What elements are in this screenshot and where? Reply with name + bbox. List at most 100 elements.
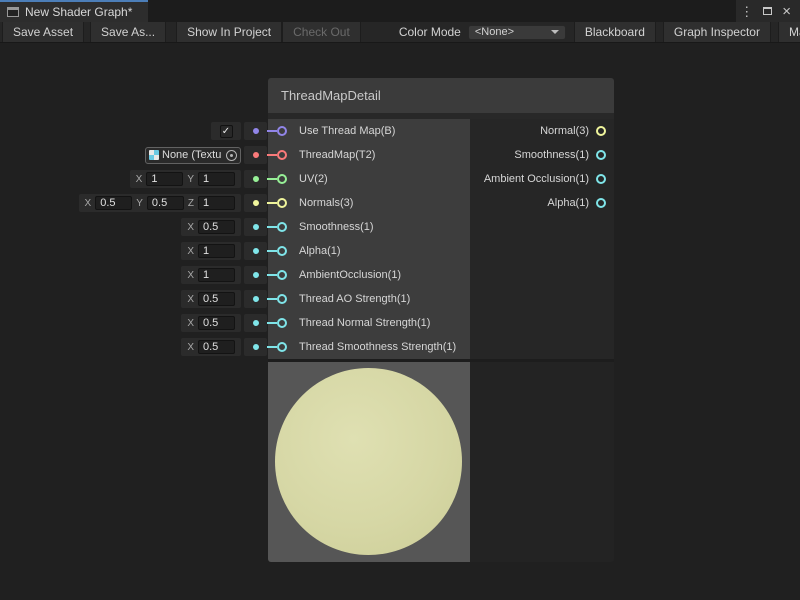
port-dot bbox=[253, 248, 259, 254]
input-label: Alpha(1) bbox=[299, 245, 341, 257]
color-mode-label: Color Mode bbox=[399, 25, 461, 39]
widget-group-alpha: X 1 bbox=[181, 242, 267, 260]
number-field[interactable]: 0.5 bbox=[198, 340, 235, 354]
number-field[interactable]: 0.5 bbox=[198, 292, 235, 306]
number-field[interactable]: 1 bbox=[198, 244, 235, 258]
preview-viewport[interactable] bbox=[268, 362, 470, 562]
tab-new-shader-graph[interactable]: New Shader Graph* bbox=[0, 0, 148, 22]
output-port[interactable] bbox=[596, 198, 606, 208]
node-title[interactable]: ThreadMapDetail bbox=[268, 78, 614, 113]
port-dot-box bbox=[244, 122, 267, 140]
node-preview bbox=[268, 362, 614, 562]
color-mode-dropdown[interactable]: <None> bbox=[468, 25, 566, 40]
widget-group-uv: X 1 Y 1 bbox=[130, 170, 267, 188]
graph-inspector-button[interactable]: Graph Inspector bbox=[663, 22, 771, 42]
axis-label: X bbox=[85, 198, 92, 209]
graph-canvas[interactable]: ThreadMapDetail Use Thread Map(B) Thread… bbox=[0, 43, 800, 600]
widget-group-smoothness: X 0.5 bbox=[181, 218, 267, 236]
input-port[interactable] bbox=[277, 126, 287, 136]
port-dot-box bbox=[244, 314, 267, 332]
port-dot bbox=[253, 200, 259, 206]
input-row-normals: Normals(3) bbox=[268, 191, 470, 215]
input-row-use-thread-map: Use Thread Map(B) bbox=[268, 119, 470, 143]
input-label: UV(2) bbox=[299, 173, 328, 185]
number-field[interactable]: 0.5 bbox=[95, 196, 132, 210]
input-label: Smoothness(1) bbox=[299, 221, 374, 233]
node-body: Use Thread Map(B) ThreadMap(T2) UV(2) No… bbox=[268, 119, 614, 359]
widget-group-normals: X 0.5 Y 0.5 Z 1 bbox=[79, 194, 267, 212]
input-port[interactable] bbox=[277, 150, 287, 160]
input-label: ThreadMap(T2) bbox=[299, 149, 375, 161]
number-field[interactable]: 0.5 bbox=[198, 220, 235, 234]
show-in-project-button[interactable]: Show In Project bbox=[176, 22, 282, 42]
number-field[interactable]: 1 bbox=[146, 172, 183, 186]
vector1-field-box: X 0.5 bbox=[181, 218, 241, 236]
blackboard-button[interactable]: Blackboard bbox=[574, 22, 656, 42]
number-field[interactable]: 1 bbox=[198, 196, 235, 210]
number-field[interactable]: 0.5 bbox=[147, 196, 184, 210]
vector3-field-box: X 0.5 Y 0.5 Z 1 bbox=[79, 194, 241, 212]
input-row-threadmap: ThreadMap(T2) bbox=[268, 143, 470, 167]
save-as-button[interactable]: Save As... bbox=[90, 22, 166, 42]
maximize-icon[interactable] bbox=[763, 7, 772, 15]
input-port[interactable] bbox=[277, 222, 287, 232]
vector1-field-box: X 1 bbox=[181, 266, 241, 284]
output-port[interactable] bbox=[596, 174, 606, 184]
input-port[interactable] bbox=[277, 246, 287, 256]
tab-bar: New Shader Graph* ⋮ × bbox=[0, 0, 800, 22]
input-label: Thread Normal Strength(1) bbox=[299, 317, 430, 329]
port-dot-box bbox=[244, 146, 267, 164]
input-row-uv: UV(2) bbox=[268, 167, 470, 191]
number-field[interactable]: 1 bbox=[198, 268, 235, 282]
widget-group-use-thread-map: ✓ bbox=[211, 122, 267, 140]
input-port[interactable] bbox=[277, 270, 287, 280]
output-label: Normal(3) bbox=[540, 125, 589, 137]
color-mode-value: <None> bbox=[475, 26, 514, 38]
port-dot-box bbox=[244, 170, 267, 188]
input-label: Use Thread Map(B) bbox=[299, 125, 395, 137]
texture-object-field[interactable]: None (Textu bbox=[145, 147, 241, 164]
input-row-thread-normal-strength: Thread Normal Strength(1) bbox=[268, 311, 470, 335]
input-port[interactable] bbox=[277, 342, 287, 352]
output-port[interactable] bbox=[596, 126, 606, 136]
widget-group-thread-normal-strength: X 0.5 bbox=[181, 314, 267, 332]
object-picker-icon[interactable] bbox=[226, 150, 237, 161]
checkbox-box: ✓ bbox=[211, 122, 241, 140]
port-dot-box bbox=[244, 194, 267, 212]
output-label: Smoothness(1) bbox=[514, 149, 589, 161]
close-icon[interactable]: × bbox=[782, 4, 791, 19]
output-port[interactable] bbox=[596, 150, 606, 160]
port-dot-box bbox=[244, 290, 267, 308]
input-port[interactable] bbox=[277, 174, 287, 184]
port-dot-box bbox=[244, 338, 267, 356]
axis-label: X bbox=[187, 270, 194, 281]
node-threadmapdetail[interactable]: ThreadMapDetail Use Thread Map(B) Thread… bbox=[268, 78, 614, 562]
input-port[interactable] bbox=[277, 294, 287, 304]
vector2-field-box: X 1 Y 1 bbox=[130, 170, 241, 188]
save-asset-button[interactable]: Save Asset bbox=[2, 22, 84, 42]
axis-label: X bbox=[187, 246, 194, 257]
input-row-ambientocclusion: AmbientOcclusion(1) bbox=[268, 263, 470, 287]
main-preview-button[interactable]: Main Preview bbox=[778, 22, 800, 42]
port-dot bbox=[253, 320, 259, 326]
input-row-thread-smoothness-strength: Thread Smoothness Strength(1) bbox=[268, 335, 470, 359]
port-dot bbox=[253, 296, 259, 302]
number-field[interactable]: 0.5 bbox=[198, 316, 235, 330]
output-row-ambient-occlusion: Ambient Occlusion(1) bbox=[470, 167, 614, 191]
port-dot bbox=[253, 128, 259, 134]
vector1-field-box: X 0.5 bbox=[181, 290, 241, 308]
output-row-alpha: Alpha(1) bbox=[470, 191, 614, 215]
input-row-thread-ao-strength: Thread AO Strength(1) bbox=[268, 287, 470, 311]
input-port[interactable] bbox=[277, 318, 287, 328]
axis-label: X bbox=[187, 318, 194, 329]
use-thread-map-checkbox[interactable]: ✓ bbox=[220, 125, 233, 138]
shader-graph-icon bbox=[7, 7, 19, 17]
number-field[interactable]: 1 bbox=[198, 172, 235, 186]
more-menu-icon[interactable]: ⋮ bbox=[740, 5, 753, 18]
input-label: AmbientOcclusion(1) bbox=[299, 269, 401, 281]
axis-label: Y bbox=[136, 198, 143, 209]
preview-right-panel bbox=[470, 362, 614, 562]
input-port[interactable] bbox=[277, 198, 287, 208]
window-controls: ⋮ × bbox=[736, 0, 800, 22]
output-label: Ambient Occlusion(1) bbox=[484, 173, 589, 185]
